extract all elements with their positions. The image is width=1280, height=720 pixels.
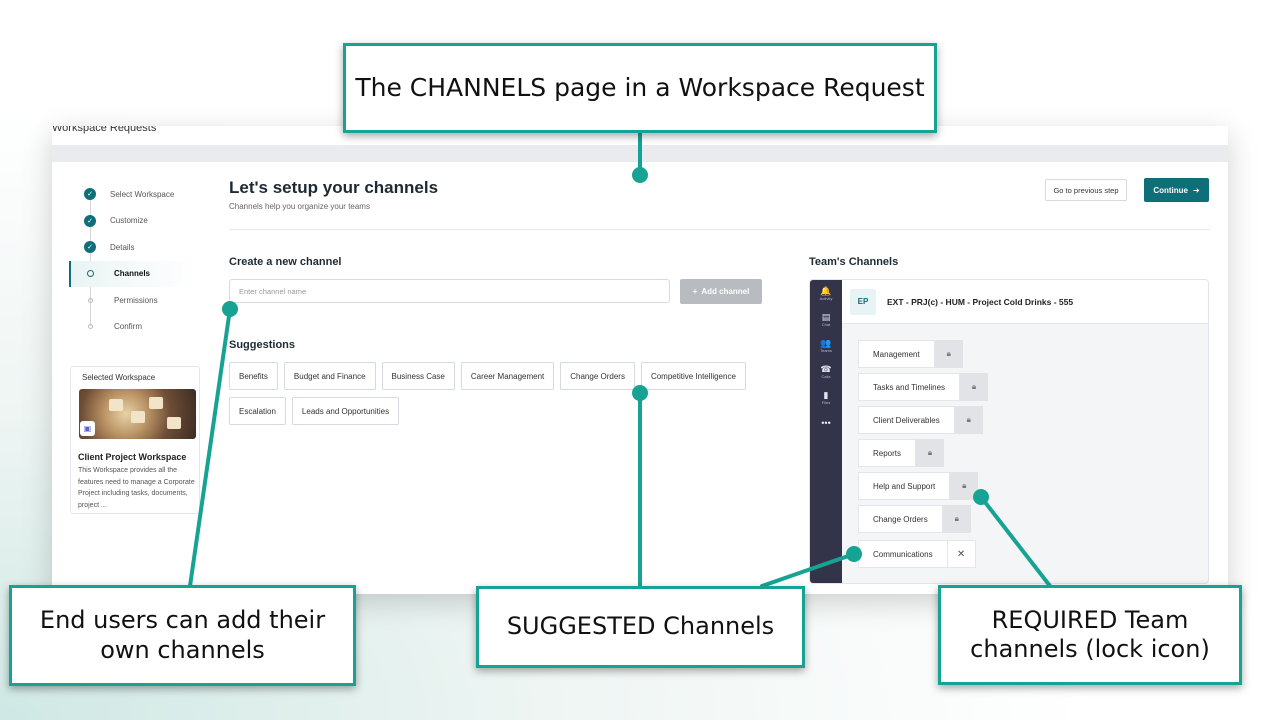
suggestion-chip[interactable]: Career Management [460, 362, 555, 390]
step-confirm[interactable]: Confirm [69, 314, 197, 341]
team-channel-required: Management 🔒︎ [858, 340, 963, 368]
lock-icon: 🔒︎ [942, 505, 971, 533]
callout-add-own-channels: End users can add their own channels [9, 585, 356, 686]
team-channel-required: Change Orders 🔒︎ [858, 505, 971, 533]
callout-channels-page: The CHANNELS page in a Workspace Request [343, 43, 937, 133]
continue-button[interactable]: Continue ➔ [1144, 178, 1209, 202]
suggestion-chip[interactable]: Escalation [229, 397, 286, 425]
step-customize[interactable]: ✓ Customize [69, 208, 197, 235]
step-label: Channels [114, 269, 151, 279]
team-name: EXT - PRJ(c) - HUM - Project Cold Drinks… [887, 296, 1074, 307]
stepper: ✓ Select Workspace ✓ Customize ✓ Details… [69, 181, 197, 340]
step-label: Customize [110, 216, 148, 226]
step-label: Confirm [114, 322, 143, 332]
bell-icon[interactable]: 🔔 Activity [810, 286, 842, 301]
teams-preview: 🔔 Activity ▤ Chat 👥 Teams ☎ Calls ▮ Files •••… [809, 279, 1209, 584]
check-icon: ✓ [84, 188, 96, 201]
teams-logo-icon: ▣ [80, 421, 95, 436]
channel-label: Reports [858, 439, 917, 467]
continue-label: Continue [1153, 185, 1188, 195]
check-icon: ✓ [84, 241, 96, 254]
selected-workspace-card: Selected Workspace ▣ Client Project Work… [70, 366, 200, 514]
team-channel-removable: Communications ✕ [858, 540, 976, 568]
workspace-image [79, 389, 196, 439]
teams-app-rail: 🔔 Activity ▤ Chat 👥 Teams ☎ Calls ▮ Files ••• [810, 280, 842, 583]
calls-icon[interactable]: ☎ Calls [810, 364, 842, 379]
plus-icon: + [692, 287, 698, 296]
team-channel-required: Help and Support 🔒︎ [858, 472, 979, 500]
workspace-description: This Workspace provides all the features… [78, 467, 195, 509]
callout-suggested-channels: SUGGESTED Channels [476, 586, 805, 668]
team-avatar: EP [850, 288, 876, 315]
step-label: Permissions [114, 295, 158, 305]
team-channel-required: Reports 🔒︎ [858, 439, 945, 467]
channel-label: Management [858, 340, 935, 368]
lock-icon: 🔒︎ [954, 406, 983, 434]
more-icon[interactable]: ••• [810, 418, 842, 428]
channel-name-input[interactable] [229, 279, 670, 303]
page-subtitle: Channels help you organize your teams [229, 202, 370, 211]
team-channel-required: Client Deliverables 🔒︎ [858, 406, 983, 434]
top-bar [52, 145, 1228, 162]
step-label: Details [110, 242, 135, 252]
step-details[interactable]: ✓ Details [69, 234, 197, 261]
suggestion-chip[interactable]: Budget and Finance [283, 362, 376, 390]
step-select-workspace[interactable]: ✓ Select Workspace [69, 181, 197, 208]
arrow-right-icon: ➔ [1192, 185, 1200, 195]
team-header: EP EXT - PRJ(c) - HUM - Project Cold Dri… [842, 280, 1208, 324]
create-channel-title: Create a new channel [229, 256, 342, 268]
channel-label: Tasks and Timelines [858, 373, 961, 401]
step-channels[interactable]: Channels [69, 260, 197, 287]
add-channel-button[interactable]: + Add channel [680, 279, 762, 304]
teams-channels-title: Team's Channels [809, 256, 899, 268]
pending-step-icon [88, 324, 93, 330]
app-title: Workspace Requests [52, 126, 157, 134]
step-label: Select Workspace [110, 189, 175, 199]
page-title: Let's setup your channels [229, 178, 439, 197]
channel-label: Communications [858, 540, 948, 568]
screenshot-panel: Workspace Requests ✓ Select Workspace ✓ … [52, 126, 1228, 594]
suggestions-title: Suggestions [229, 339, 296, 351]
card-caption: Selected Workspace [82, 373, 156, 382]
lock-icon: 🔒︎ [934, 340, 963, 368]
files-icon[interactable]: ▮ Files [810, 390, 842, 405]
suggestion-chip[interactable]: Benefits [229, 362, 278, 390]
step-permissions[interactable]: Permissions [69, 287, 197, 314]
check-icon: ✓ [84, 214, 96, 227]
suggestion-chip[interactable]: Change Orders [560, 362, 635, 390]
lock-icon: 🔒︎ [960, 373, 989, 401]
divider [229, 229, 1210, 230]
channel-label: Client Deliverables [858, 406, 955, 434]
teams-icon[interactable]: 👥 Teams [810, 338, 842, 353]
channel-label: Change Orders [858, 505, 943, 533]
suggestion-chip[interactable]: Leads and Opportunities [291, 397, 400, 425]
suggestion-chip[interactable]: Competitive Intelligence [640, 362, 746, 390]
channel-label: Help and Support [858, 472, 951, 500]
previous-step-button[interactable]: Go to previous step [1045, 179, 1127, 201]
pending-step-icon [88, 297, 93, 303]
lock-icon: 🔒︎ [916, 439, 945, 467]
callout-required-channels: REQUIRED Team channels (lock icon) [938, 585, 1242, 685]
close-icon[interactable]: ✕ [947, 540, 976, 568]
team-channel-required: Tasks and Timelines 🔒︎ [858, 373, 989, 401]
add-channel-label: Add channel [701, 287, 750, 296]
current-step-icon [87, 270, 94, 278]
lock-icon: 🔒︎ [950, 472, 979, 500]
chat-icon[interactable]: ▤ Chat [810, 312, 842, 327]
suggestion-chip[interactable]: Business Case [381, 362, 455, 390]
suggestion-list: Benefits Budget and Finance Business Cas… [229, 362, 789, 425]
workspace-name: Client Project Workspace [78, 452, 187, 462]
